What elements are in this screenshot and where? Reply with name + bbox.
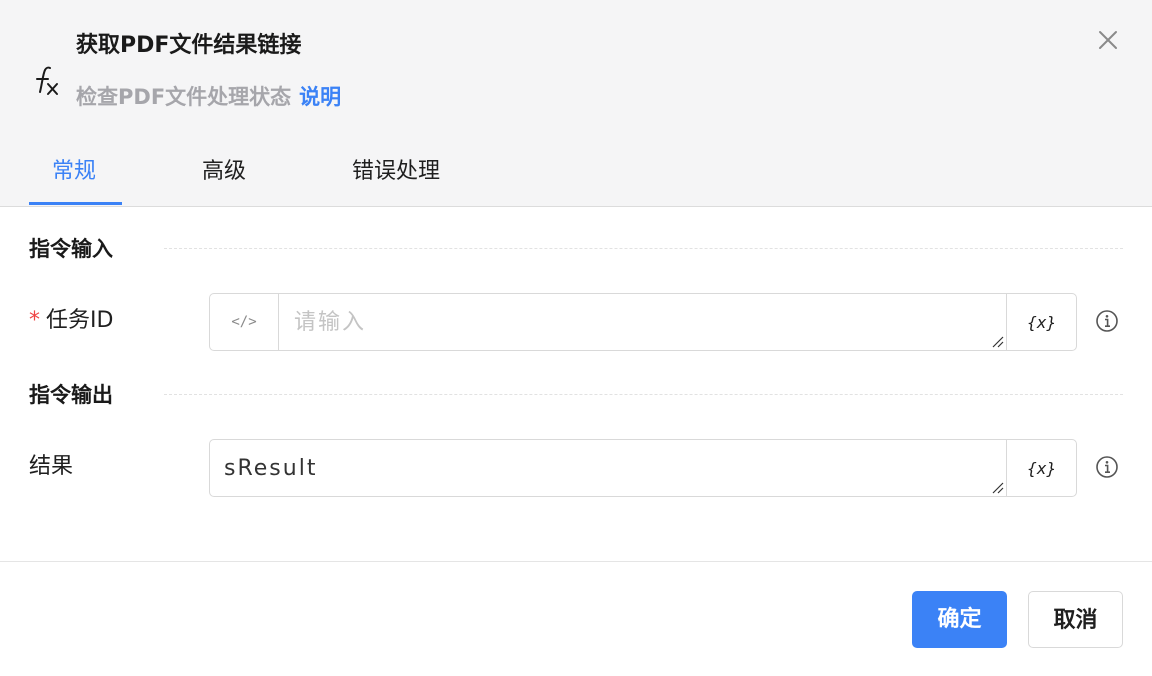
field-label-text: 任务ID bbox=[46, 308, 114, 333]
resize-handle-icon[interactable] bbox=[990, 480, 1004, 494]
section-divider bbox=[164, 248, 1123, 249]
task-id-input[interactable] bbox=[294, 294, 994, 350]
required-mark: * bbox=[29, 308, 40, 333]
confirm-button[interactable]: 确定 bbox=[912, 591, 1007, 648]
dialog-subtitle: 检查PDF文件处理状态 说明 bbox=[76, 81, 341, 113]
dialog: 获取PDF文件结果链接 检查PDF文件处理状态 说明 常规 高级 错误处理 指令输… bbox=[0, 0, 1152, 676]
insert-variable-button[interactable]: {x} bbox=[1006, 294, 1076, 350]
help-link[interactable]: 说明 bbox=[299, 85, 341, 109]
subtitle-text: 检查PDF文件处理状态 bbox=[76, 85, 292, 109]
resize-handle-icon[interactable] bbox=[990, 334, 1004, 348]
tab-general[interactable]: 常规 bbox=[52, 150, 96, 206]
section-title-input: 指令输入 bbox=[29, 237, 113, 261]
code-mode-toggle[interactable]: </> bbox=[210, 294, 279, 350]
field-label-result: 结果 bbox=[29, 454, 74, 479]
tab-advanced[interactable]: 高级 bbox=[202, 150, 246, 206]
result-input-box: {x} bbox=[209, 439, 1077, 497]
dialog-header: 获取PDF文件结果链接 检查PDF文件处理状态 说明 常规 高级 错误处理 bbox=[0, 0, 1152, 207]
insert-variable-button[interactable]: {x} bbox=[1006, 440, 1076, 496]
field-label-task-id: * 任务ID bbox=[29, 305, 113, 337]
close-icon[interactable] bbox=[1094, 26, 1122, 54]
function-fx-icon bbox=[36, 66, 58, 95]
footer-divider bbox=[0, 561, 1152, 562]
active-tab-indicator bbox=[29, 202, 122, 205]
task-id-input-box: </> {x} bbox=[209, 293, 1077, 351]
dialog-title: 获取PDF文件结果链接 bbox=[76, 33, 302, 58]
info-icon[interactable] bbox=[1095, 455, 1119, 479]
info-icon[interactable] bbox=[1095, 309, 1119, 333]
section-title-output: 指令输出 bbox=[29, 383, 113, 407]
result-input[interactable] bbox=[224, 440, 994, 496]
cancel-button[interactable]: 取消 bbox=[1028, 591, 1123, 648]
section-divider bbox=[164, 394, 1123, 395]
tab-error-handling[interactable]: 错误处理 bbox=[352, 150, 440, 206]
